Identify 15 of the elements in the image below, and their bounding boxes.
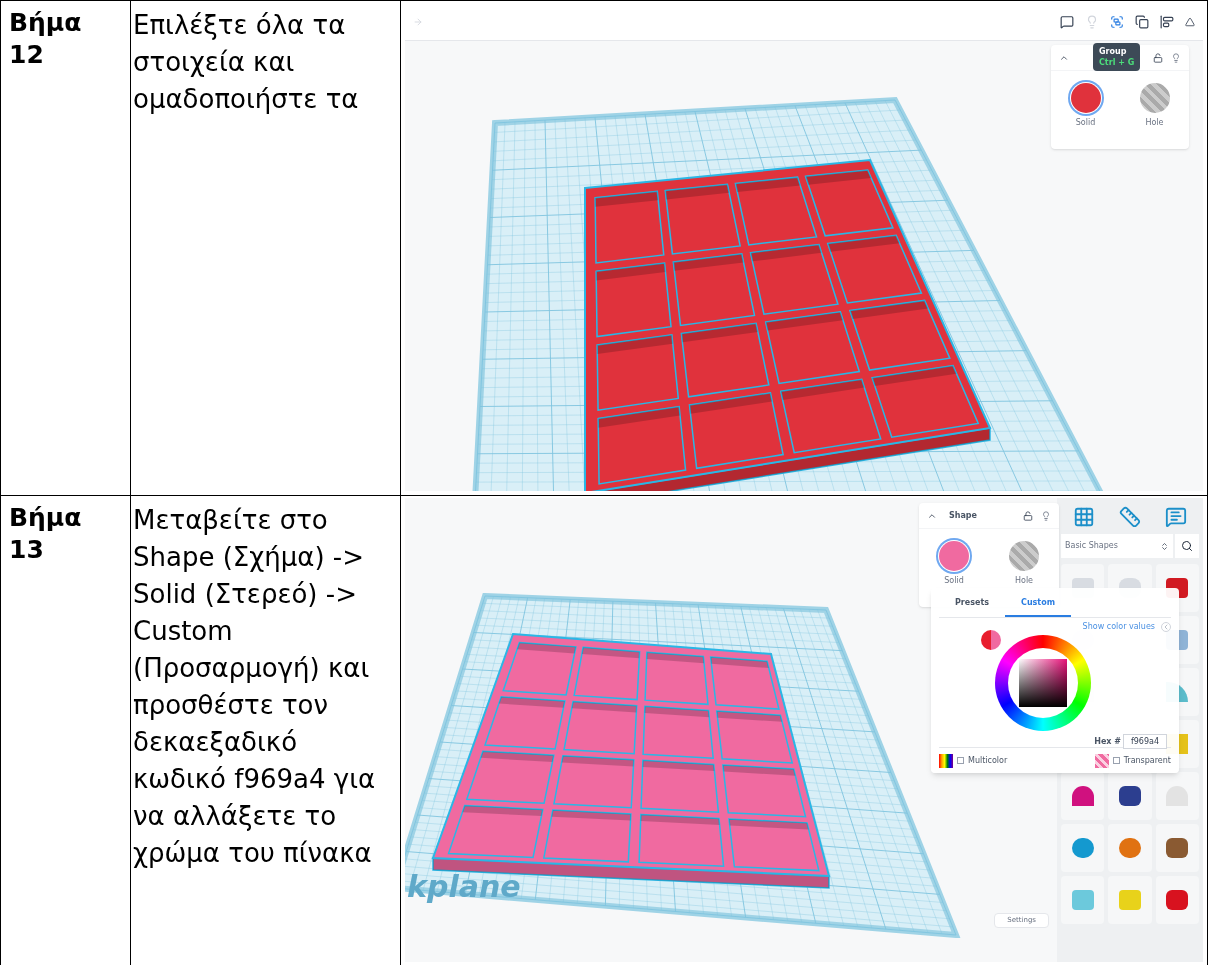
transparent-label: Transparent (1123, 754, 1171, 767)
step-description: Μεταβείτε στο Shape (Σχήμα) -> Solid (Στερεό) -> Custom (Προσαρμογή) και προσθέστε τον δεκαεξαδικό κωδικό f969a4 για να αλλάξετε το χρώμα του πίνακα (133, 504, 377, 870)
option-label: Hole (1014, 575, 1034, 587)
option-label: Hole (1145, 117, 1164, 129)
hex-label: Hex # (1094, 736, 1121, 748)
category-label: Basic Shapes (1065, 540, 1118, 552)
step-label: Βήμα 13 (9, 503, 82, 564)
multicolor-label: Multicolor (968, 754, 1008, 767)
step-label: Βήμα 12 (9, 8, 82, 69)
panel-title: Shape (949, 509, 977, 522)
step-description: Επιλέξτε όλα τα στοιχεία και ομαδοποιήστε τα (133, 9, 360, 116)
option-label: Solid (1075, 117, 1096, 129)
tooltip-title: Group (1099, 46, 1128, 57)
option-label: Solid (944, 575, 964, 587)
tooltip-shortcut: Ctrl + G (1099, 57, 1135, 68)
